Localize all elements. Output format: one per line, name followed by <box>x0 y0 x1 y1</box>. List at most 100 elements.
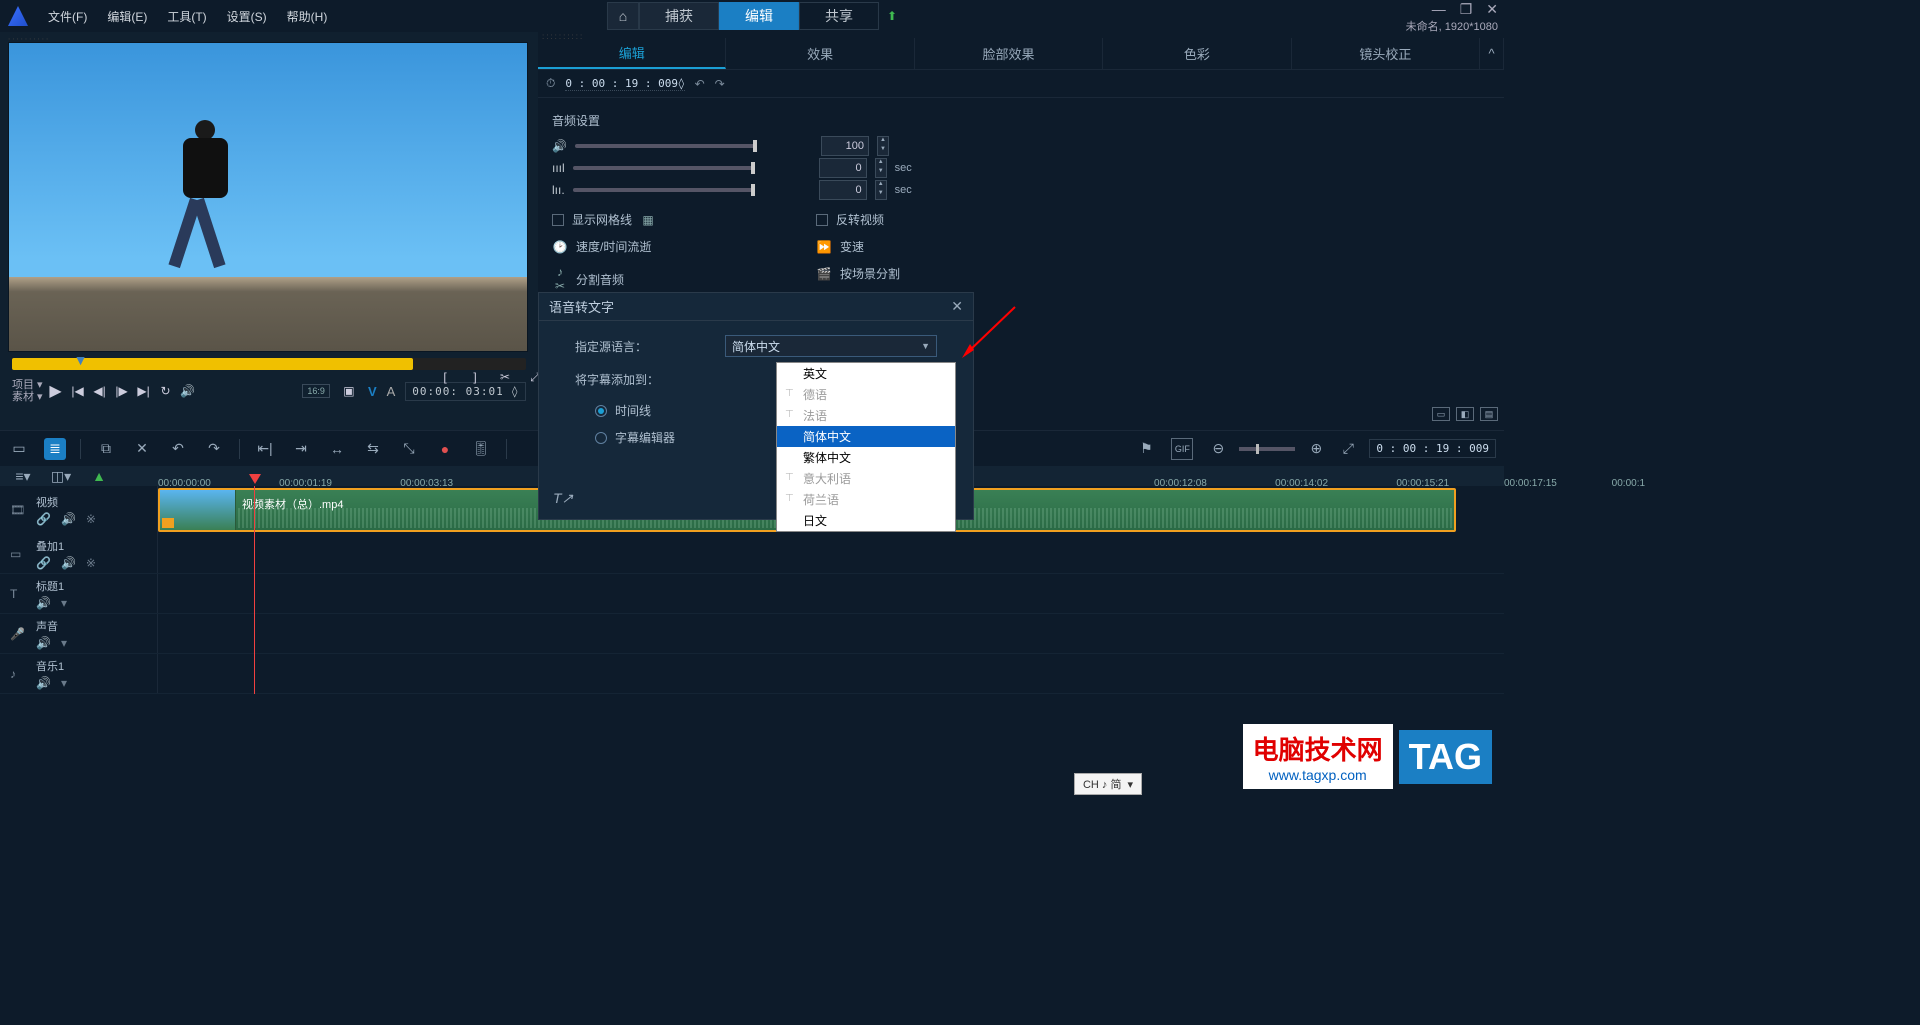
zoom-in-button[interactable]: ⊕ <box>1305 438 1327 460</box>
mute-icon[interactable]: 🔊 <box>36 596 51 610</box>
prop-tab-face[interactable]: 脸部效果 <box>915 38 1103 69</box>
link-icon[interactable]: 🔗 <box>36 512 51 526</box>
volume-slider[interactable] <box>575 144 755 148</box>
upload-icon[interactable]: ⬆ <box>887 9 897 23</box>
copy-button[interactable]: ⧉ <box>95 438 117 460</box>
tab-edit[interactable]: 编辑 <box>719 2 799 30</box>
redo-button[interactable]: ↷ <box>203 438 225 460</box>
mark-out-button[interactable]: ] <box>466 368 484 386</box>
v-indicator[interactable]: V <box>368 384 377 399</box>
restore-button[interactable]: ❐ <box>1460 2 1473 16</box>
material-dropdown[interactable]: 素材 ▾ <box>12 391 43 403</box>
scroll-up-icon[interactable]: ▲ <box>88 465 110 487</box>
dialog-close-button[interactable]: ✕ <box>951 298 963 315</box>
undo-icon[interactable]: ↶ <box>695 77 705 91</box>
mute-icon[interactable]: 🔊 <box>36 636 51 650</box>
fadein-slider[interactable] <box>573 166 753 170</box>
mark-in-button[interactable]: [ <box>436 368 454 386</box>
dropdown-item[interactable]: 简体中文 <box>777 426 955 447</box>
tools-menu-button[interactable]: ✕ <box>131 438 153 460</box>
a-indicator[interactable]: A <box>387 384 396 399</box>
prop-tab-edit[interactable]: 编辑 <box>538 38 726 69</box>
record-button[interactable]: ● <box>434 438 456 460</box>
undo-button[interactable]: ↶ <box>167 438 189 460</box>
text-tool-icon[interactable]: T↗ <box>553 490 573 507</box>
goto-end-button[interactable]: ▶| <box>135 382 153 400</box>
speed-time-button[interactable]: 🕑速度/时间流逝 <box>552 238 656 255</box>
tab-share[interactable]: 共享 <box>799 2 879 30</box>
link-icon[interactable]: 🔗 <box>36 556 51 570</box>
show-grid-checkbox[interactable]: 显示网格线▦ <box>552 211 656 228</box>
menu-tools[interactable]: 工具(T) <box>157 4 216 29</box>
reverse-video-checkbox[interactable]: 反转视频 <box>816 211 900 228</box>
split-audio-button[interactable]: ♪✂分割音频 <box>552 265 656 293</box>
play-button[interactable]: ▶ <box>47 382 65 400</box>
layout-2[interactable]: ◧ <box>1456 407 1474 421</box>
progress-marker-icon[interactable]: ▼ <box>74 352 88 368</box>
gif-icon[interactable]: GIF <box>1171 438 1193 460</box>
rate-stretch-icon[interactable]: ⤡ <box>398 438 420 460</box>
ripple-delete-button[interactable]: ⇤| <box>254 438 276 460</box>
next-frame-button[interactable]: |▶ <box>113 382 131 400</box>
fadeout-slider[interactable] <box>573 188 753 192</box>
aspect-ratio[interactable]: 16:9 <box>302 384 330 398</box>
timeline-timecode[interactable]: 0 : 00 : 19 : 009 <box>1369 439 1496 458</box>
lock-icon[interactable]: ※ <box>86 556 96 570</box>
volume-icon[interactable]: 🔊 <box>179 382 197 400</box>
tab-capture[interactable]: 捕获 <box>639 2 719 30</box>
slide-icon[interactable]: ⇆ <box>362 438 384 460</box>
dropdown-item[interactable]: 日文 <box>777 510 955 531</box>
dropdown-item[interactable]: 英文 <box>777 363 955 384</box>
storyboard-view-button[interactable]: ▭ <box>8 438 30 460</box>
menu-edit[interactable]: 编辑(E) <box>97 4 157 29</box>
lock-icon[interactable]: ※ <box>86 512 96 526</box>
expand-icon[interactable]: ▾ <box>61 596 67 610</box>
zoom-out-button[interactable]: ⊖ <box>1207 438 1229 460</box>
mute-icon[interactable]: 🔊 <box>36 676 51 690</box>
prop-tab-effects[interactable]: 效果 <box>726 38 914 69</box>
layout-1[interactable]: ▭ <box>1432 407 1450 421</box>
slip-icon[interactable]: ↔ <box>326 438 348 460</box>
preview-viewport[interactable] <box>8 42 528 352</box>
fadein-spinner[interactable]: ▲▼ <box>875 158 887 178</box>
track-options-icon[interactable]: ≡▾ <box>12 465 34 487</box>
project-dropdown[interactable]: 项目 ▾ <box>12 379 43 391</box>
playhead[interactable] <box>254 486 255 694</box>
mute-icon[interactable]: 🔊 <box>61 556 76 570</box>
variable-speed-button[interactable]: ⏩变速 <box>816 238 900 255</box>
split-button[interactable]: ✂ <box>496 368 514 386</box>
mute-icon[interactable]: 🔊 <box>61 512 76 526</box>
prop-tab-color[interactable]: 色彩 <box>1103 38 1291 69</box>
clip-duration[interactable]: 0 : 00 : 19 : 009◊ <box>565 77 684 91</box>
timeline-view-button[interactable]: ≣ <box>44 438 66 460</box>
close-button[interactable]: ✕ <box>1486 2 1498 16</box>
source-language-select[interactable]: 简体中文▼ <box>725 335 937 357</box>
minimize-button[interactable]: — <box>1432 2 1446 16</box>
volume-spinner[interactable]: ▲▼ <box>877 136 889 156</box>
safezone-icon[interactable]: ▣ <box>340 382 358 400</box>
fadein-input[interactable] <box>819 158 867 178</box>
track-height-icon[interactable]: ◫▾ <box>50 465 72 487</box>
goto-start-button[interactable]: |◀ <box>69 382 87 400</box>
tab-home[interactable]: ⌂ <box>607 2 639 30</box>
loop-button[interactable]: ↻ <box>157 382 175 400</box>
zoom-slider[interactable] <box>1239 447 1295 451</box>
fit-button[interactable]: ⤢ <box>1337 438 1359 460</box>
prop-tab-lens[interactable]: 镜头校正 <box>1292 38 1480 69</box>
dropdown-item[interactable]: 繁体中文 <box>777 447 955 468</box>
fadeout-spinner[interactable]: ▲▼ <box>875 180 887 200</box>
menu-file[interactable]: 文件(F) <box>38 4 97 29</box>
ime-indicator[interactable]: CH ♪ 简▾ <box>1074 773 1142 795</box>
marker-icon[interactable]: ⚑ <box>1135 438 1157 460</box>
prop-expand-button[interactable]: ^ <box>1480 38 1504 69</box>
expand-icon[interactable]: ▾ <box>61 676 67 690</box>
redo-icon[interactable]: ↷ <box>715 77 725 91</box>
language-dropdown[interactable]: ↖ 英文德语法语简体中文繁体中文意大利语荷兰语日文 <box>776 362 956 532</box>
expand-icon[interactable]: ▾ <box>61 636 67 650</box>
ripple-icon[interactable]: ⇥ <box>290 438 312 460</box>
scene-split-button[interactable]: 🎬按场景分割 <box>816 265 900 282</box>
menu-help[interactable]: 帮助(H) <box>277 4 338 29</box>
menu-settings[interactable]: 设置(S) <box>217 4 277 29</box>
mixer-button[interactable]: 🎚 <box>470 438 492 460</box>
prev-frame-button[interactable]: ◀| <box>91 382 109 400</box>
